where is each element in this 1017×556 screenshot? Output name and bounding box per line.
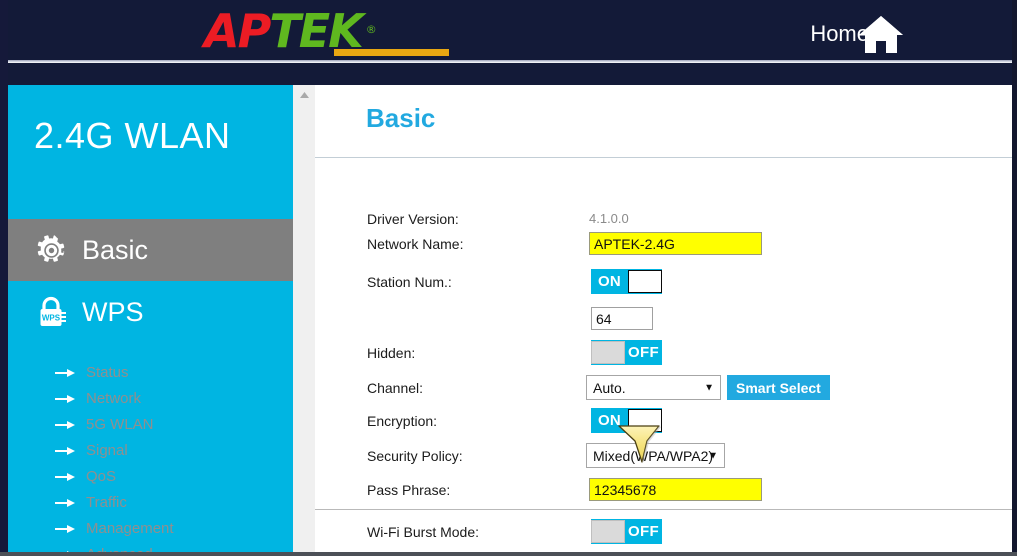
row-pass-phrase: Pass Phrase: [315,478,1012,501]
page-header: APTEK ® Home [8,0,1017,68]
row-station-num-value [315,307,1012,330]
form-section-divider [315,509,1012,510]
logo-text-ap: AP [204,4,271,58]
main-content: Basic Driver Version: 4.1.0.0 Network Na… [315,85,1012,552]
window-frame-bottom [0,552,1017,556]
home-button[interactable]: Home [810,12,905,56]
hidden-toggle-state: OFF [628,344,659,361]
hidden-toggle[interactable]: OFF [591,340,662,365]
page-title: Basic [366,103,436,133]
encryption-toggle[interactable]: ON [591,408,662,433]
toggle-knob [628,409,662,432]
sidebar-item-network[interactable]: Network [8,385,293,411]
logo-underline-bar [334,49,449,56]
pass-phrase-label: Pass Phrase: [367,481,451,498]
row-hidden: Hidden: OFF [315,340,1012,365]
sidebar-title: 2.4G WLAN [34,115,231,156]
sidebar-item-qos[interactable]: QoS [8,463,293,489]
svg-text:WPS: WPS [42,314,61,323]
sidebar-item-label-basic: Basic [82,234,149,265]
arrow-right-icon [55,366,75,378]
wifi-burst-mode-toggle[interactable]: OFF [591,519,662,544]
encryption-toggle-state: ON [597,412,622,429]
body-area: 2.4G WLAN Basic WPS WPS Status Network 5… [8,85,1012,552]
row-network-name: Network Name: [315,232,1012,255]
toggle-knob [591,341,625,364]
arrow-right-icon [55,522,75,534]
header-lower-band [8,63,1017,85]
sidebar-item-traffic[interactable]: Traffic [8,489,293,515]
arrow-right-icon [55,392,75,404]
wps-lock-icon: WPS [34,295,68,329]
station-num-input[interactable] [591,307,653,330]
sidebar-item-advanced[interactable]: Advanced [8,541,293,552]
sidebar-item-signal[interactable]: Signal [8,437,293,463]
sidebar-sub-label: Management [86,519,174,537]
channel-select-value: Auto. [593,379,626,396]
channel-select[interactable]: Auto. ▼ [586,375,721,400]
title-divider [315,157,1012,158]
driver-version-value: 4.1.0.0 [589,211,629,226]
row-driver-version: Driver Version: 4.1.0.0 [315,207,1012,230]
arrow-right-icon [55,496,75,508]
smart-select-button[interactable]: Smart Select [727,375,830,400]
sidebar-item-label-wps: WPS [82,296,144,327]
window-frame-left [0,0,8,556]
row-security-policy: Security Policy: Mixed(WPA/WPA2) ▼ [315,443,1012,468]
sidebar-sub-label: Traffic [86,493,127,511]
sidebar-sub-nav: Status Network 5G WLAN Signal QoS Traffi… [8,359,293,552]
sidebar-item-management[interactable]: Management [8,515,293,541]
home-icon [857,13,905,55]
sidebar-sub-label: Network [86,389,142,407]
hidden-label: Hidden: [367,344,416,361]
driver-version-label: Driver Version: [367,210,459,227]
station-num-toggle[interactable]: ON [591,269,662,294]
station-num-toggle-state: ON [597,273,622,290]
arrow-right-icon [55,444,75,456]
security-policy-value: Mixed(WPA/WPA2) [593,447,714,464]
network-name-input[interactable] [589,232,762,255]
network-name-label: Network Name: [367,235,464,252]
sidebar-sub-label: Status [86,363,129,381]
router-admin-page: APTEK ® Home 2.4G WLAN Basic WPS WPS Sta… [0,0,1017,556]
chevron-down-icon: ▼ [708,450,718,461]
sidebar-sub-label: Signal [86,441,128,459]
sidebar-sub-label: 5G WLAN [86,415,154,433]
sidebar: 2.4G WLAN Basic WPS WPS Status Network 5… [8,85,293,552]
toggle-knob [628,270,662,293]
toggle-knob [591,520,625,543]
sidebar-scrollbar[interactable] [293,85,315,552]
channel-label: Channel: [367,379,424,396]
row-station-num: Station Num.: ON [315,269,1012,294]
row-channel: Channel: Auto. ▼ Smart Select [315,375,1012,400]
window-frame-right [1012,0,1017,556]
sidebar-sub-label: QoS [86,467,117,485]
arrow-right-icon [55,418,75,430]
sidebar-item-wps[interactable]: WPS WPS [8,281,293,343]
wifi-burst-mode-toggle-state: OFF [628,523,659,540]
aptek-logo[interactable]: APTEK ® [204,8,449,56]
scroll-up-arrow-icon[interactable] [293,85,315,104]
chevron-down-icon: ▼ [704,382,714,393]
sidebar-item-5g-wlan[interactable]: 5G WLAN [8,411,293,437]
arrow-right-icon [55,470,75,482]
registered-mark-icon: ® [365,23,377,36]
security-policy-label: Security Policy: [367,447,463,464]
row-encryption: Encryption: ON [315,408,1012,433]
pass-phrase-input[interactable] [589,478,762,501]
wifi-burst-mode-label: Wi-Fi Burst Mode: [367,523,480,540]
encryption-label: Encryption: [367,412,438,429]
security-policy-select[interactable]: Mixed(WPA/WPA2) ▼ [586,443,725,468]
sidebar-item-basic[interactable]: Basic [8,219,293,281]
station-num-label: Station Num.: [367,273,452,290]
row-wifi-burst-mode: Wi-Fi Burst Mode: OFF [315,519,1012,544]
sidebar-item-status[interactable]: Status [8,359,293,385]
gear-icon [34,233,68,267]
